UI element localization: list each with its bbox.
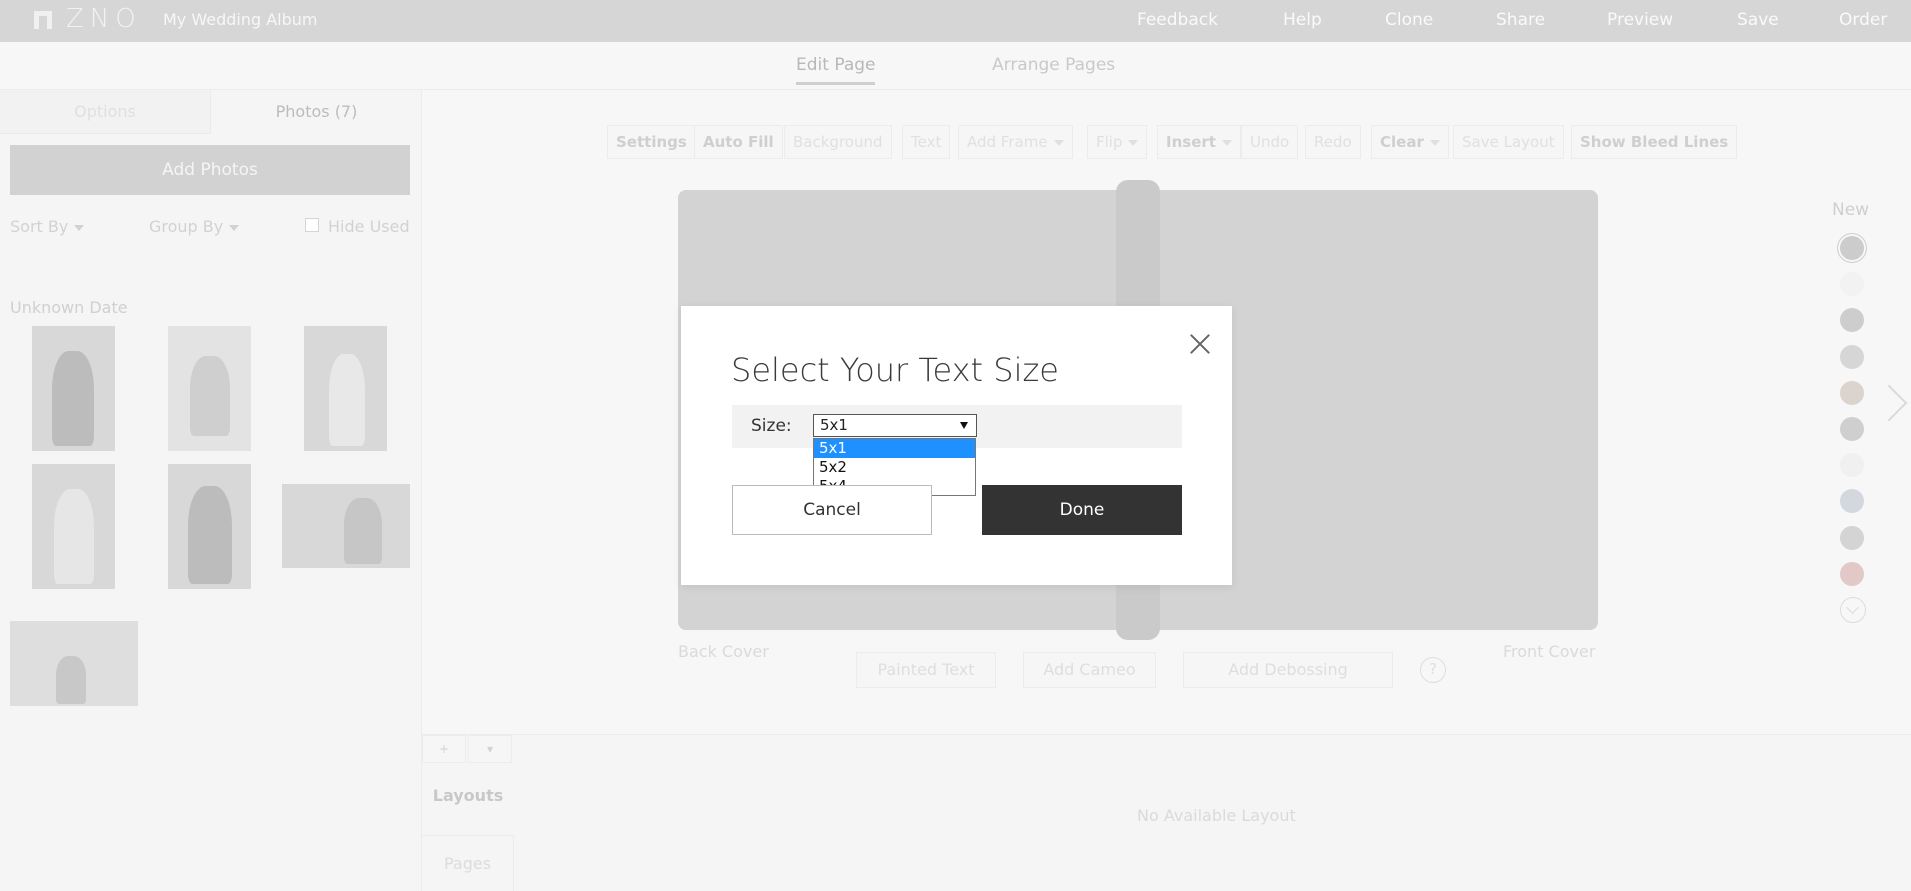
- clone-link[interactable]: Clone: [1385, 10, 1433, 30]
- chevron-down-icon: [1128, 139, 1139, 146]
- hide-used-label: Hide Used: [328, 217, 410, 236]
- tab-options[interactable]: Options: [0, 90, 211, 134]
- back-cover-label: Back Cover: [678, 642, 769, 661]
- flip-label: Flip: [1096, 133, 1123, 151]
- text-button[interactable]: Text: [902, 125, 951, 159]
- clear-button[interactable]: Clear: [1371, 125, 1449, 159]
- photo-thumbnail[interactable]: [282, 484, 410, 568]
- chevron-right-icon[interactable]: [1870, 384, 1908, 422]
- color-swatch[interactable]: [1840, 417, 1864, 441]
- front-cover-label: Front Cover: [1503, 642, 1596, 661]
- size-select-value: 5x1: [820, 416, 848, 434]
- photo-thumbnail[interactable]: [168, 326, 251, 451]
- sort-by-label: Sort By: [10, 217, 69, 236]
- no-layout-message: No Available Layout: [1137, 806, 1296, 825]
- tab-pages[interactable]: Pages: [422, 835, 514, 891]
- color-swatch[interactable]: [1840, 344, 1864, 369]
- help-link[interactable]: Help: [1283, 10, 1322, 30]
- dialog-title: Select Your Text Size: [731, 351, 1059, 389]
- tab-layouts[interactable]: Layouts: [422, 768, 514, 824]
- group-by-dropdown[interactable]: Group By: [149, 217, 240, 236]
- sort-by-dropdown[interactable]: Sort By: [10, 217, 85, 236]
- close-icon[interactable]: [1184, 328, 1216, 360]
- add-photos-button[interactable]: Add Photos: [10, 145, 410, 195]
- text-size-dialog: Select Your Text Size Size: 5x1 5x1 5x2 …: [681, 306, 1232, 585]
- save-layout-button[interactable]: Save Layout: [1453, 125, 1564, 159]
- order-link[interactable]: Order: [1839, 10, 1887, 30]
- clear-label: Clear: [1380, 133, 1424, 151]
- top-bar: ZNO My Wedding Album Feedback Help Clone…: [0, 0, 1911, 42]
- painted-text-button[interactable]: Painted Text: [856, 652, 996, 688]
- chevron-down-icon: [74, 224, 85, 231]
- color-swatch[interactable]: [1840, 380, 1864, 405]
- tab-arrange-pages[interactable]: Arrange Pages: [992, 55, 1115, 75]
- date-group-heading: Unknown Date: [10, 298, 128, 317]
- hide-used-checkbox[interactable]: [305, 218, 319, 232]
- tab-edit-page[interactable]: Edit Page: [796, 55, 876, 85]
- photo-thumbnail[interactable]: [10, 621, 138, 706]
- add-frame-label: Add Frame: [967, 133, 1048, 151]
- insert-button[interactable]: Insert: [1157, 125, 1241, 159]
- collapse-panel-button[interactable]: ▾: [468, 735, 512, 763]
- photo-thumbnail[interactable]: [168, 464, 251, 589]
- share-link[interactable]: Share: [1496, 10, 1545, 30]
- dropdown-arrow-icon: [960, 422, 968, 429]
- size-select[interactable]: 5x1: [813, 414, 977, 437]
- color-swatch[interactable]: [1840, 308, 1864, 333]
- album-title[interactable]: My Wedding Album: [163, 10, 318, 29]
- chevron-down-icon: [229, 224, 240, 231]
- color-swatch[interactable]: [1840, 561, 1864, 586]
- size-label: Size:: [751, 416, 792, 436]
- photo-thumbnail[interactable]: [304, 326, 387, 451]
- add-page-button[interactable]: +: [422, 735, 466, 763]
- add-cameo-button[interactable]: Add Cameo: [1023, 652, 1156, 688]
- photo-thumbnail[interactable]: [32, 326, 115, 451]
- help-icon[interactable]: ?: [1420, 657, 1446, 683]
- done-button[interactable]: Done: [982, 485, 1182, 535]
- undo-button[interactable]: Undo: [1241, 125, 1299, 159]
- color-swatch[interactable]: [1840, 236, 1864, 260]
- size-option-5x2[interactable]: 5x2: [814, 458, 975, 477]
- background-button[interactable]: Background: [784, 125, 892, 159]
- chevron-down-icon: [1053, 139, 1064, 146]
- tab-photos[interactable]: Photos (7): [211, 90, 422, 134]
- zno-logo-text: ZNO: [66, 4, 142, 34]
- add-debossing-button[interactable]: Add Debossing: [1183, 652, 1393, 688]
- redo-button[interactable]: Redo: [1305, 125, 1361, 159]
- more-colors-icon[interactable]: [1840, 597, 1866, 623]
- zno-logo-icon: [34, 11, 52, 29]
- group-by-label: Group By: [149, 217, 224, 236]
- chevron-down-icon: [1221, 139, 1232, 146]
- color-swatch[interactable]: [1840, 525, 1864, 550]
- preview-link[interactable]: Preview: [1607, 10, 1673, 30]
- color-swatch[interactable]: [1840, 489, 1864, 514]
- color-swatch[interactable]: [1840, 453, 1864, 478]
- photos-panel: Options Photos (7) Add Photos Sort By Gr…: [0, 90, 422, 891]
- show-bleed-lines-button[interactable]: Show Bleed Lines: [1571, 125, 1738, 159]
- add-frame-button[interactable]: Add Frame: [958, 125, 1073, 159]
- auto-fill-button[interactable]: Auto Fill: [694, 125, 783, 159]
- size-option-5x1[interactable]: 5x1: [814, 439, 975, 458]
- insert-label: Insert: [1166, 133, 1216, 151]
- color-swatch[interactable]: [1840, 272, 1864, 297]
- new-colors-label: New: [1832, 200, 1870, 220]
- flip-button[interactable]: Flip: [1087, 125, 1148, 159]
- chevron-down-icon: [1429, 139, 1440, 146]
- cancel-button[interactable]: Cancel: [732, 485, 932, 535]
- save-link[interactable]: Save: [1737, 10, 1779, 30]
- feedback-link[interactable]: Feedback: [1137, 10, 1218, 30]
- settings-button[interactable]: Settings: [607, 125, 696, 159]
- photo-thumbnail[interactable]: [32, 464, 115, 589]
- page-tabs: Edit Page Arrange Pages: [0, 42, 1911, 90]
